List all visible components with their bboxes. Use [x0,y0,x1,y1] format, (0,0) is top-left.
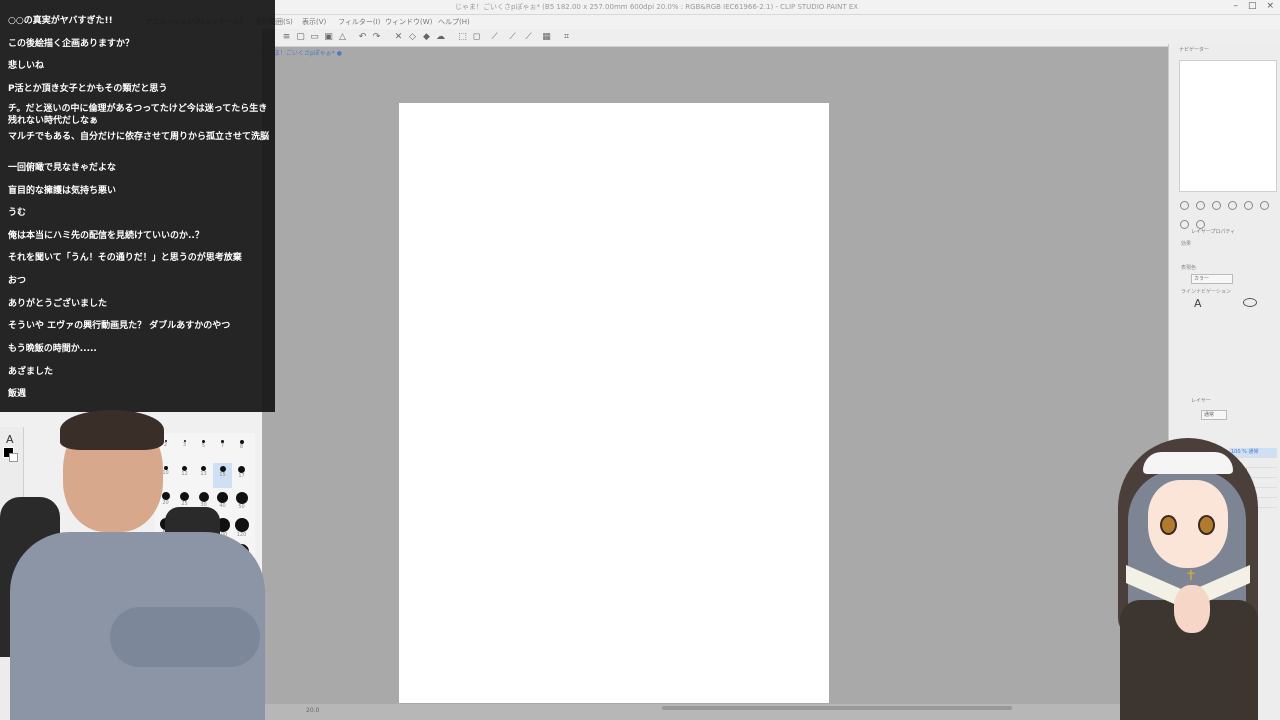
chat-message: ありがとうございました [8,299,108,309]
special-ruler-icon[interactable]: ⟋ [523,32,534,43]
chat-message: おつ [8,276,27,286]
menu-item[interactable]: フィルター(I) [338,17,380,27]
menu-item[interactable]: ヘルプ(H) [438,17,470,27]
layer-tab[interactable]: レイヤー [1191,397,1211,404]
transform-icon[interactable]: ◇ [407,32,418,43]
streamer-arms [110,607,260,667]
chat-message: 盲目的な擁護は気持ち悪い [8,186,117,196]
cloud-icon[interactable]: ☁ [435,32,446,43]
menu-item[interactable]: ウィンドウ(W) [385,17,432,27]
undo-icon[interactable]: ↶ [357,32,368,43]
minimize-button[interactable]: – [1233,1,1238,11]
chat-message: マルチでもある、自分だけに依存させて周りから孤立させて洗脳 [8,132,270,142]
app-root: 2357810121315172025304050607080100120150… [0,0,1280,720]
redo-icon[interactable]: ↷ [371,32,382,43]
upload-icon[interactable]: △ [337,32,348,43]
chat-message: それを聞いて「うん！その通りだ！」と思うのが思考放棄 [8,253,242,263]
chat-message: うむ [8,208,27,218]
vtuber-avatar: ✝ [1098,430,1278,720]
horizontal-scrollbar[interactable] [662,706,1012,710]
zoom-out-icon[interactable] [1180,201,1189,210]
chat-overlay: ○○の真実がヤバすぎた!! この後絵描く企画ありますか？ 悲しいね P活とか頂き女子と… [0,0,275,412]
streamer-hair [60,410,164,450]
actual-size-icon[interactable] [1228,201,1238,210]
avatar-left-eye [1160,515,1177,535]
navigator-tab[interactable]: ナビゲーター [1179,46,1209,53]
text-property-icon[interactable]: A [1194,297,1202,310]
chat-message: そういや エヴァの興行動画見た？ ダブルあすかのやつ [8,321,231,331]
grid-icon[interactable]: ▦ [541,32,552,43]
ruler-snap-icon[interactable]: ⟋ [507,32,518,43]
cross-icon: ✝ [1185,568,1197,584]
menu-item[interactable]: 表示(V) [302,17,326,27]
status-bar: 20.0 [262,704,1168,720]
window-title: じゃま！ごいくさpぽゃぉ* (B5 182.00 x 257.00mm 600d… [455,3,859,11]
chat-message: ○○の真実がヤバすぎた!! [8,16,113,26]
rotate-right-icon[interactable] [1260,201,1270,210]
display-color-label: 表現色 [1181,265,1197,271]
clear-icon[interactable]: ✕ [393,32,404,43]
navigator-preview[interactable] [1179,60,1277,192]
deselect-icon[interactable]: ◻ [471,32,482,43]
new-file-icon[interactable]: ▢ [295,32,306,43]
fit-icon[interactable] [1212,201,1222,210]
display-color-select[interactable]: カラー [1191,274,1233,284]
window-controls: – □ × [1233,1,1274,11]
avatar-hands [1174,585,1210,633]
avatar-right-eye [1198,515,1215,535]
chat-message: この後絵描く企画ありますか？ [8,39,135,49]
effect-label: 効果 [1181,241,1192,247]
flip-horizontal-icon[interactable] [1180,220,1189,229]
rotate-left-icon[interactable] [1244,201,1254,210]
fill-icon[interactable]: ◆ [421,32,432,43]
chat-message: 一回俯瞰で見なきゃだよな [8,163,117,173]
select-all-icon[interactable]: ⬚ [457,32,468,43]
chat-message: もう晩飯の時間か..... [8,344,97,354]
selection-pen-icon[interactable]: ⟋ [489,32,500,43]
chat-message: 悲しいね [8,61,45,71]
crop-icon[interactable]: ⌗ [561,32,572,43]
chat-message: 俺は本当にハミ先の配信を見続けていいのか..？ [8,231,204,241]
layer-property-tab[interactable]: レイヤープロパティ [1191,228,1235,235]
close-button[interactable]: × [1266,1,1274,11]
chat-message: 飯週 [8,389,27,399]
balloon-icon[interactable] [1243,298,1257,307]
line-navigation-label: ラインナビゲーション [1181,289,1231,295]
chat-message: あざました [8,367,54,377]
command-bar: ≡ ▢ ▭ ▣ △ ↶ ↷ ✕ ◇ ◆ ☁ ⬚ ◻ ⟋ ⟋ ⟋ ▦ ⌗ [275,29,1280,47]
canvas-paper[interactable] [399,103,829,703]
blend-mode-select[interactable]: 通常 [1201,410,1227,420]
save-icon[interactable]: ▣ [323,32,334,43]
zoom-value[interactable]: 20.0 [306,707,319,714]
avatar-headband [1143,452,1233,474]
chat-message: P活とか頂き女子とかもその類だと思う [8,84,168,94]
chat-message: チ。だと迷いの中に倫理があるつってたけど今は迷ってたら生き残れない時代だしなぁ [8,104,268,126]
navigator-controls [1179,196,1279,229]
maximize-button[interactable]: □ [1248,1,1257,11]
zoom-in-icon[interactable] [1196,201,1206,210]
webcam-feed [0,410,275,720]
open-file-icon[interactable]: ▭ [309,32,320,43]
menu-icon[interactable]: ≡ [281,32,292,43]
